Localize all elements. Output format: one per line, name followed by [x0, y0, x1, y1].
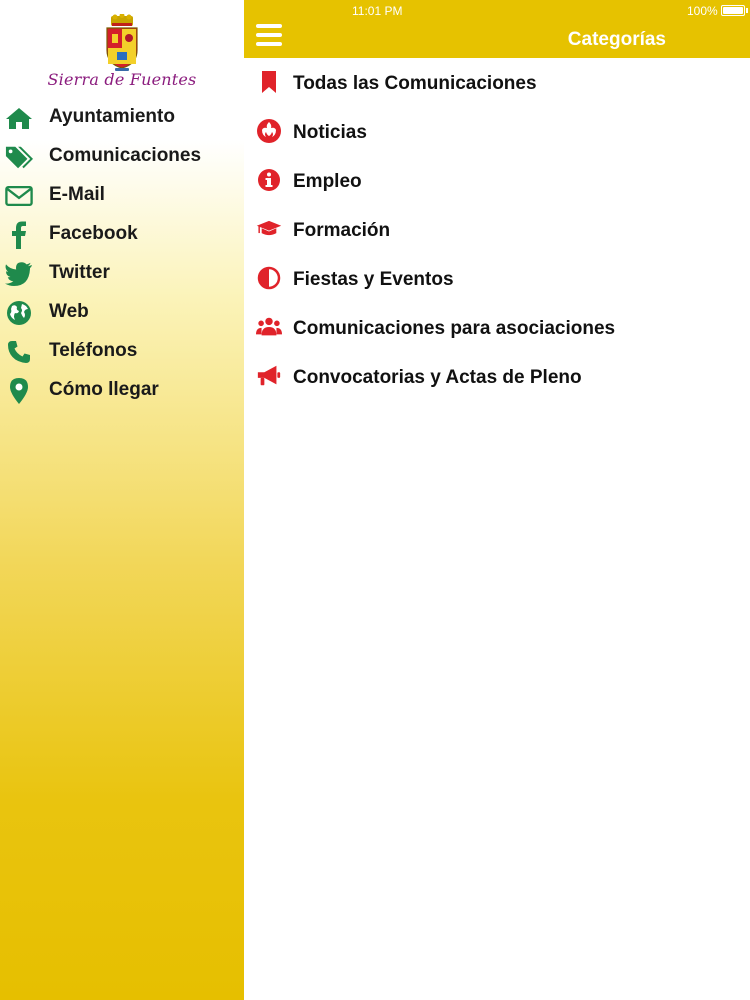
header-bar: 11:01 PM 100% Categorías	[244, 0, 750, 58]
sidebar: Sierra de Fuentes Ayuntamiento Comunicac…	[0, 0, 244, 1000]
logo: Sierra de Fuentes	[0, 12, 244, 92]
sidebar-menu: Ayuntamiento Comunicaciones E-Mail Faceb…	[0, 98, 244, 410]
map-marker-icon	[5, 377, 33, 405]
logo-text: Sierra de Fuentes	[47, 70, 197, 89]
category-item-formacion[interactable]: Formación	[244, 205, 750, 254]
category-label: Empleo	[293, 171, 362, 192]
globe-icon	[5, 299, 33, 327]
category-label: Formación	[293, 220, 391, 241]
sidebar-item-label: Teléfonos	[49, 340, 138, 361]
sidebar-item-email[interactable]: E-Mail	[0, 176, 244, 215]
category-item-asociaciones[interactable]: Comunicaciones para asociaciones	[244, 303, 750, 352]
sidebar-item-label: Comunicaciones	[49, 145, 202, 166]
category-list: Todas las Comunicaciones Noticias Empleo…	[244, 58, 750, 401]
tags-icon	[5, 143, 33, 171]
sidebar-item-como-llegar[interactable]: Cómo llegar	[0, 371, 244, 410]
sidebar-item-comunicaciones[interactable]: Comunicaciones	[0, 137, 244, 176]
category-item-todas[interactable]: Todas las Comunicaciones	[244, 58, 750, 107]
status-battery-percent: 100%	[687, 4, 718, 18]
category-label: Fiestas y Eventos	[293, 269, 454, 290]
sidebar-item-label: Web	[49, 301, 89, 322]
category-label: Noticias	[293, 122, 367, 143]
battery-icon	[721, 5, 745, 16]
category-item-fiestas[interactable]: Fiestas y Eventos	[244, 254, 750, 303]
sidebar-item-ayuntamiento[interactable]: Ayuntamiento	[0, 98, 244, 137]
page-title: Categorías	[567, 29, 666, 50]
hamburger-icon[interactable]	[256, 24, 282, 46]
sidebar-item-facebook[interactable]: Facebook	[0, 215, 244, 254]
category-label: Todas las Comunicaciones	[293, 73, 537, 94]
bookmark-icon	[256, 69, 282, 95]
sidebar-item-label: Cómo llegar	[49, 379, 159, 400]
sidebar-item-label: Facebook	[49, 223, 138, 244]
sidebar-item-label: Twitter	[49, 262, 110, 283]
sidebar-item-twitter[interactable]: Twitter	[0, 254, 244, 293]
bullhorn-icon	[256, 363, 282, 389]
sidebar-item-label: Ayuntamiento	[49, 106, 175, 127]
adjust-icon	[256, 265, 282, 291]
home-icon	[5, 104, 33, 132]
graduation-cap-icon	[256, 216, 282, 242]
sidebar-item-web[interactable]: Web	[0, 293, 244, 332]
facebook-icon	[5, 221, 33, 249]
category-item-noticias[interactable]: Noticias	[244, 107, 750, 156]
users-icon	[256, 314, 282, 340]
twitter-icon	[5, 260, 33, 288]
envelope-icon	[5, 182, 33, 210]
sidebar-item-telefonos[interactable]: Teléfonos	[0, 332, 244, 371]
phone-icon	[5, 338, 33, 366]
sidebar-item-label: E-Mail	[49, 184, 105, 205]
battery-tip	[746, 8, 748, 13]
rebel-icon	[256, 118, 282, 144]
category-label: Comunicaciones para asociaciones	[293, 318, 616, 339]
info-circle-icon	[256, 167, 282, 193]
coat-of-arms-logo	[106, 14, 138, 71]
category-label: Convocatorias y Actas de Pleno	[293, 367, 582, 388]
status-time: 11:01 PM	[352, 4, 403, 18]
category-item-empleo[interactable]: Empleo	[244, 156, 750, 205]
battery-fill	[723, 7, 743, 14]
category-item-convocatorias[interactable]: Convocatorias y Actas de Pleno	[244, 352, 750, 401]
